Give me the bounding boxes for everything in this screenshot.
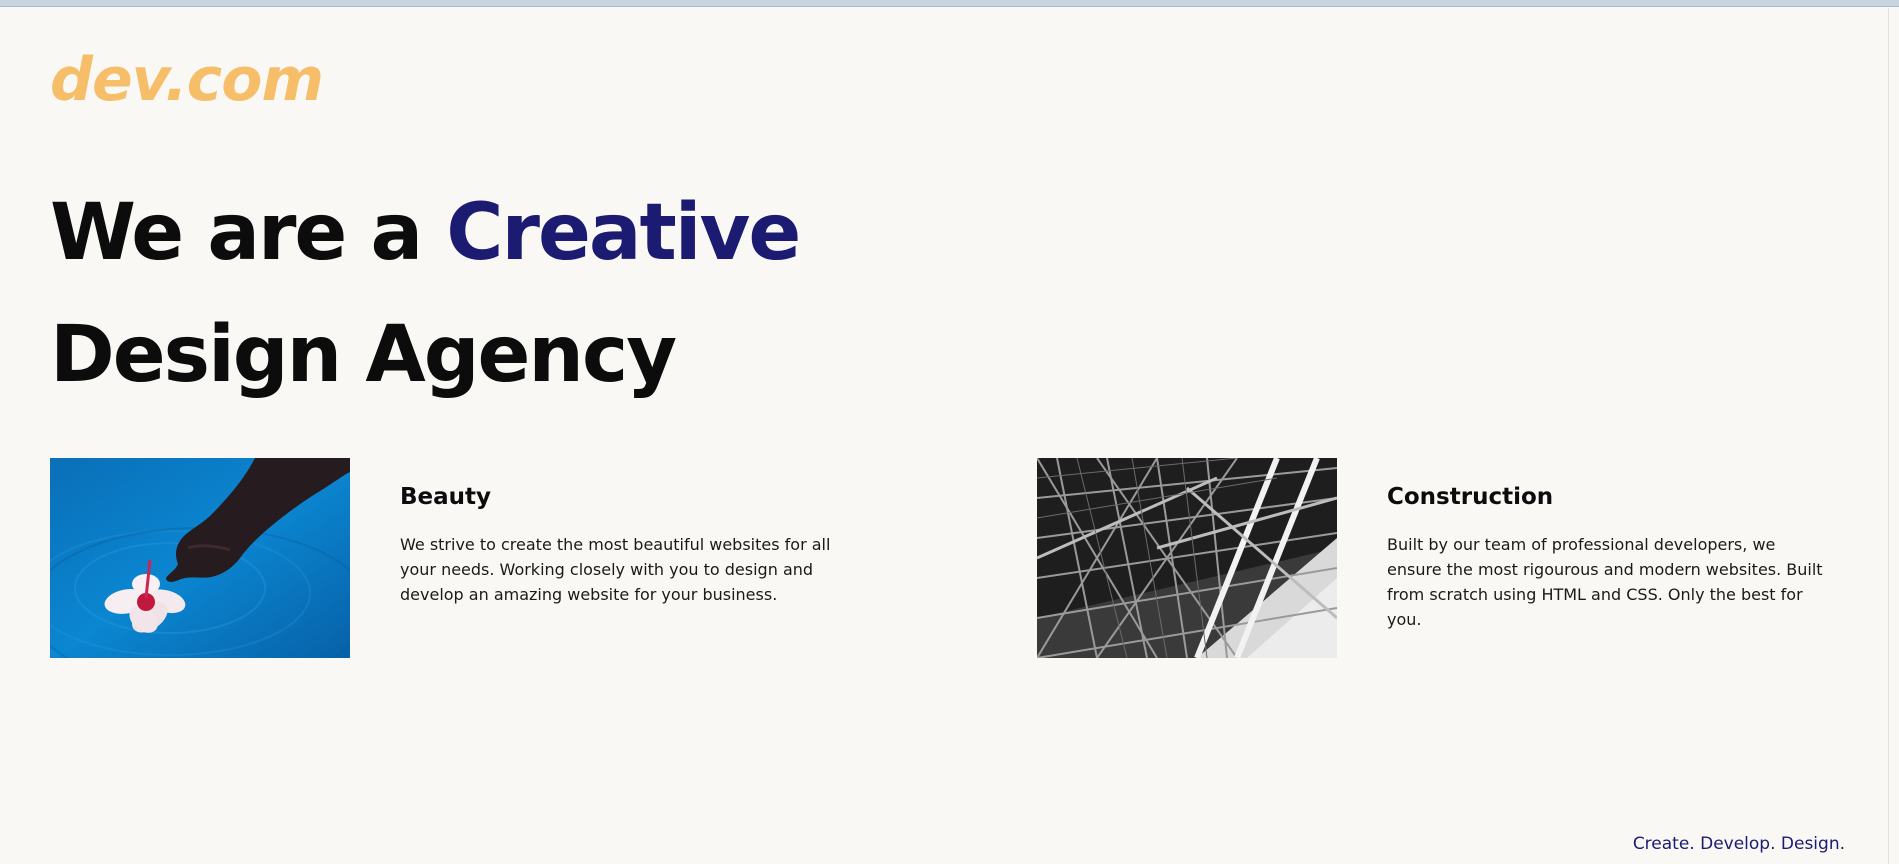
beauty-image (50, 458, 350, 658)
beauty-description: We strive to create the most beautiful w… (400, 535, 831, 604)
hero-accent-word: Creative (446, 188, 801, 278)
logo[interactable]: dev.com (50, 44, 324, 116)
footer-tagline: Create. Develop. Design. (1632, 834, 1845, 854)
hand-flower-photo (50, 458, 350, 658)
construction-image (1037, 458, 1337, 658)
hero-heading: We are a Creative Design Agency (50, 172, 801, 416)
browser-frame-edge (0, 0, 1899, 7)
hero-prefix: We are a (50, 188, 447, 278)
service-card-construction: Construction Built by our team of profes… (1037, 458, 1832, 658)
hero-suffix: Design Agency (50, 310, 677, 400)
construction-card-body: Construction Built by our team of profes… (1387, 458, 1832, 658)
page-divider (1888, 8, 1889, 864)
construction-description: Built by our team of professional develo… (1387, 535, 1823, 629)
construction-title: Construction (1387, 484, 1554, 510)
service-card-beauty: Beauty We strive to create the most beau… (50, 458, 845, 658)
scaffolding-photo (1037, 458, 1337, 658)
beauty-title: Beauty (400, 484, 492, 510)
beauty-card-body: Beauty We strive to create the most beau… (400, 458, 845, 658)
